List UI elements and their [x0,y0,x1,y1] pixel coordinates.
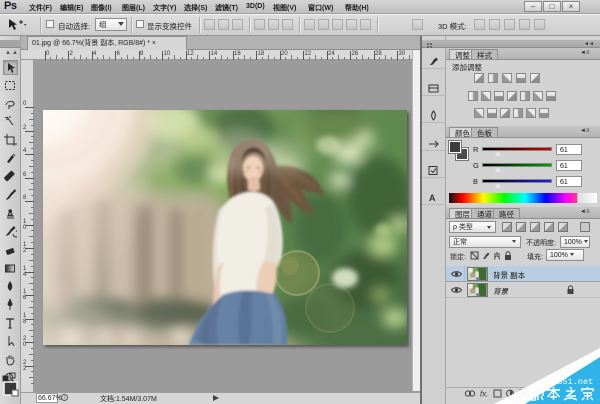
svg-text:fx.: fx. [480,390,488,399]
svg-text:A: A [429,193,436,203]
